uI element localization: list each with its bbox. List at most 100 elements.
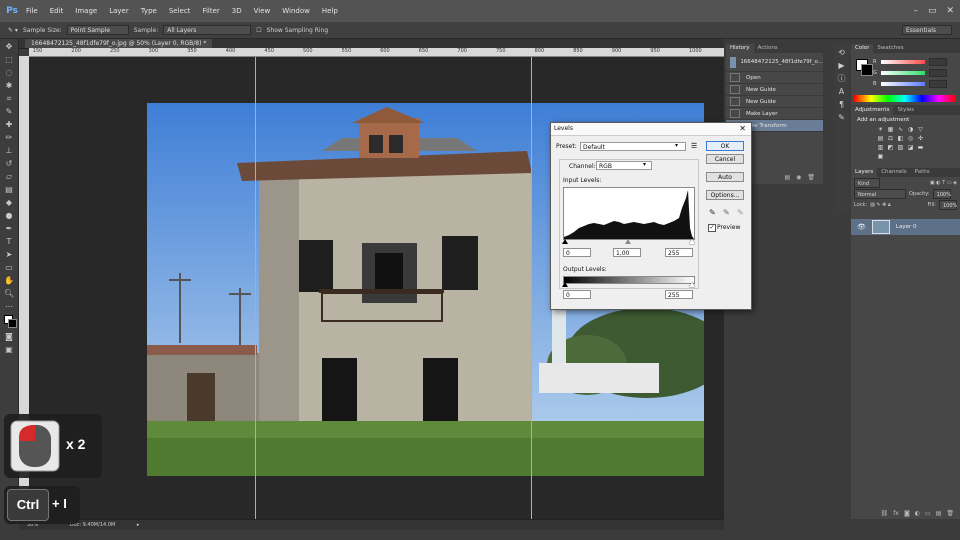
actions-icon[interactable]: ▶: [837, 61, 846, 70]
preset-menu-icon[interactable]: ☰: [691, 142, 697, 150]
visibility-eye-icon[interactable]: 👁︎: [857, 223, 866, 231]
input-white-slider[interactable]: [689, 239, 695, 244]
input-gamma-slider[interactable]: [625, 239, 631, 244]
pen-tool-icon[interactable]: ✒: [4, 224, 14, 234]
tab-paths[interactable]: Paths: [911, 168, 934, 177]
marquee-tool-icon[interactable]: ⬚: [4, 55, 14, 65]
shape-tool-icon[interactable]: ▭: [4, 263, 14, 273]
menu-select[interactable]: Select: [163, 0, 197, 22]
history-icon[interactable]: ⟲: [837, 48, 846, 57]
status-arrow-icon[interactable]: ▸: [137, 522, 140, 528]
ok-button[interactable]: OK: [706, 141, 744, 151]
photo-filter-icon[interactable]: ◎: [907, 136, 914, 142]
zoom-tool-icon[interactable]: 🔍︎: [4, 289, 14, 299]
brush-tool-icon[interactable]: ✏: [4, 133, 14, 143]
green-slider-track[interactable]: [881, 71, 925, 75]
delete-layer-icon[interactable]: 🗑︎: [946, 510, 954, 517]
menu-window[interactable]: Window: [276, 0, 316, 22]
history-brush-icon[interactable]: ↺: [4, 159, 14, 169]
layer-name[interactable]: Layer 0: [896, 224, 917, 230]
red-value-field[interactable]: [929, 58, 947, 66]
mask-icon[interactable]: ◙: [904, 510, 910, 517]
threshold-icon[interactable]: ◪: [907, 145, 914, 151]
type-tool-icon[interactable]: T: [4, 237, 14, 247]
input-gamma-field[interactable]: 1,00: [613, 248, 641, 257]
red-slider[interactable]: R: [873, 58, 953, 66]
red-slider-track[interactable]: [881, 60, 925, 64]
path-select-icon[interactable]: ➤: [4, 250, 14, 260]
trash-icon[interactable]: 🗑︎: [807, 174, 815, 184]
layer-row[interactable]: 👁︎ Layer 0: [851, 219, 960, 235]
close-button[interactable]: ✕: [946, 0, 954, 22]
menu-file[interactable]: File: [20, 0, 44, 22]
tab-adjustments[interactable]: Adjustments: [851, 106, 894, 115]
history-item[interactable]: New Guide: [726, 96, 823, 108]
dodge-tool-icon[interactable]: ●: [4, 211, 14, 221]
color-spectrum[interactable]: [854, 95, 956, 102]
history-item[interactable]: New Guide: [726, 84, 823, 96]
cancel-button[interactable]: Cancel: [706, 154, 744, 164]
layer-kind-select[interactable]: Kind: [854, 177, 880, 188]
menu-view[interactable]: View: [248, 0, 277, 22]
levels-icon[interactable]: ▦: [887, 127, 894, 133]
menu-edit[interactable]: Edit: [44, 0, 70, 22]
horizontal-ruler[interactable]: 150 200 250 300 350 400 450 500 550 600 650 700 750 8…: [29, 48, 724, 57]
eyedropper-icon[interactable]: ✎ ▾: [8, 27, 18, 34]
menu-image[interactable]: Image: [69, 0, 103, 22]
history-item[interactable]: Make Layer: [726, 108, 823, 120]
levels-titlebar[interactable]: Levels ✕: [551, 123, 751, 136]
blue-slider[interactable]: B: [873, 80, 953, 88]
output-black-field[interactable]: 0: [563, 290, 591, 299]
background-color-swatch[interactable]: [861, 64, 873, 76]
eyedropper-tool-icon[interactable]: ✎: [4, 107, 14, 117]
paragraph-icon[interactable]: ¶: [837, 100, 846, 109]
color-lookup-icon[interactable]: ▥: [877, 145, 884, 151]
tab-history[interactable]: History: [726, 44, 754, 53]
group-icon[interactable]: ▭: [925, 510, 931, 517]
auto-button[interactable]: Auto: [706, 172, 744, 182]
tab-swatches[interactable]: Swatches: [873, 44, 907, 53]
tab-actions[interactable]: Actions: [754, 44, 782, 53]
input-black-field[interactable]: 0: [563, 248, 591, 257]
options-button[interactable]: Options...: [706, 190, 744, 200]
maximize-button[interactable]: ▭: [928, 0, 937, 22]
sample-size-select[interactable]: Point Sample: [66, 25, 129, 35]
black-white-icon[interactable]: ◧: [897, 136, 904, 142]
channel-mixer-icon[interactable]: ✣: [917, 136, 924, 142]
tab-color[interactable]: Color: [851, 44, 874, 53]
preset-select[interactable]: Default: [580, 142, 686, 151]
posterize-icon[interactable]: ▧: [897, 145, 904, 151]
output-white-slider[interactable]: [689, 282, 695, 287]
workspace-select[interactable]: Essentials: [902, 25, 952, 35]
vibrance-icon[interactable]: ▽: [917, 127, 924, 133]
color-swatches-icon[interactable]: [4, 315, 17, 329]
move-tool-icon[interactable]: ✥: [4, 42, 14, 52]
input-white-field[interactable]: 255: [665, 248, 693, 257]
new-document-icon[interactable]: ▤: [784, 174, 790, 184]
fx-icon[interactable]: fx: [893, 510, 899, 517]
adjustment-layer-icon[interactable]: ◐: [915, 510, 920, 517]
hue-sat-icon[interactable]: ▤: [877, 136, 884, 142]
curves-icon[interactable]: ∿: [897, 127, 904, 133]
blue-value-field[interactable]: [929, 80, 947, 88]
history-snapshot[interactable]: 16648472125_48f1dfe79f_o...: [726, 53, 823, 72]
crop-tool-icon[interactable]: ⌗: [4, 94, 14, 104]
lock-icons[interactable]: ▨ ✎ ✥ 🔒︎: [870, 202, 891, 208]
menu-filter[interactable]: Filter: [196, 0, 225, 22]
guide-line-left[interactable]: [255, 57, 256, 519]
invert-icon[interactable]: ◩: [887, 145, 894, 151]
brush-presets-icon[interactable]: ✎: [837, 113, 846, 122]
quick-select-tool-icon[interactable]: ✱: [4, 81, 14, 91]
quick-mask-icon[interactable]: ◙: [4, 332, 14, 342]
minimize-button[interactable]: –: [913, 0, 918, 22]
tab-styles[interactable]: Styles: [893, 106, 918, 115]
green-value-field[interactable]: [929, 69, 947, 77]
fill-field[interactable]: 100%: [939, 199, 957, 210]
healing-tool-icon[interactable]: ✚: [4, 120, 14, 130]
close-icon[interactable]: ✕: [739, 123, 746, 135]
tab-channels[interactable]: Channels: [877, 168, 910, 177]
blur-tool-icon[interactable]: ◆: [4, 198, 14, 208]
link-icon[interactable]: ⛓: [881, 510, 889, 517]
green-slider[interactable]: G: [873, 69, 953, 77]
snapshot-icon[interactable]: ◉: [796, 174, 801, 184]
